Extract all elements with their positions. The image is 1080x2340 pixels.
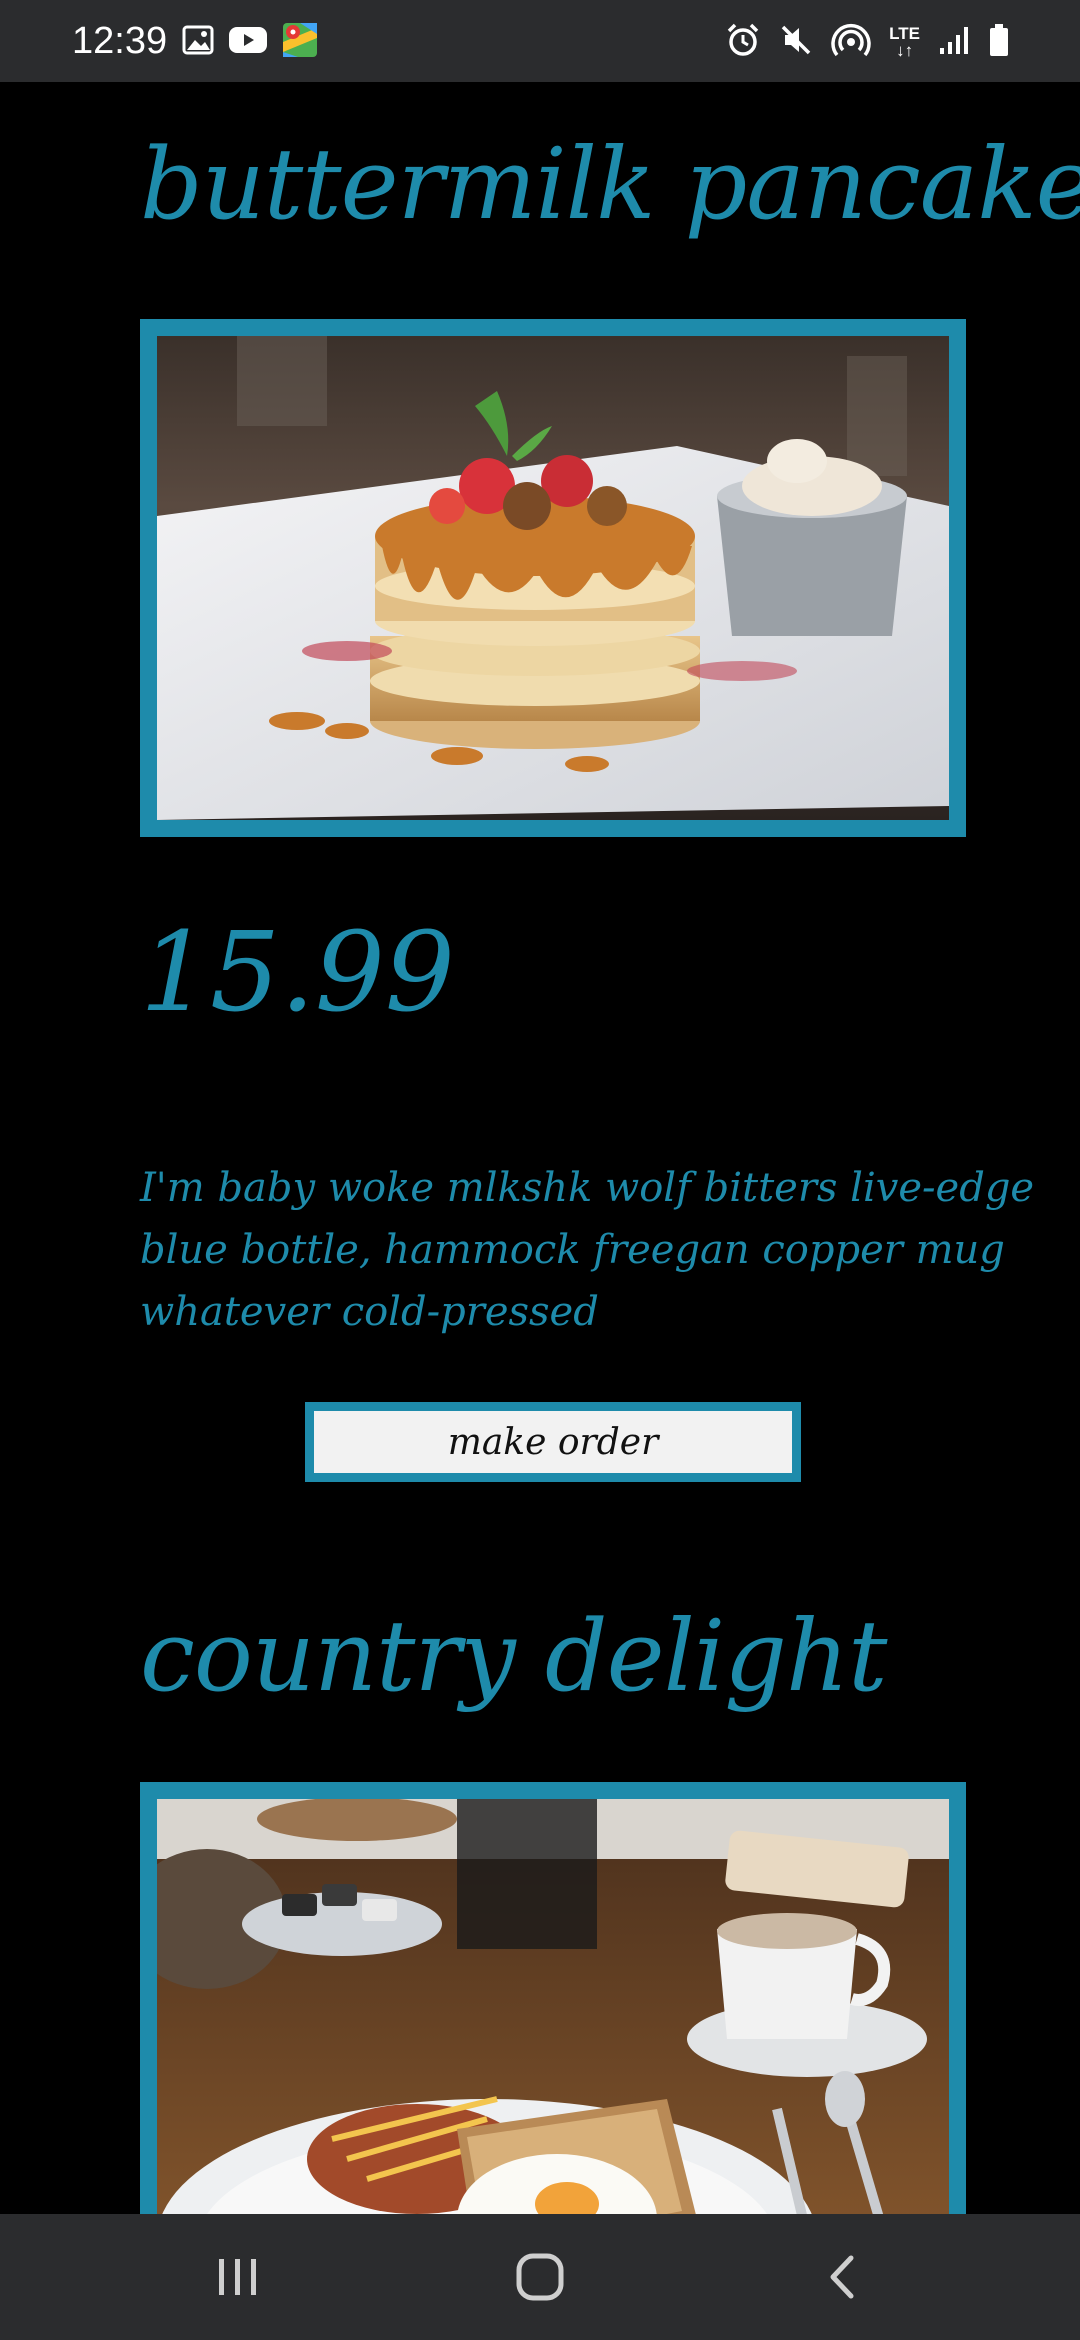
pancakes-image <box>157 336 949 820</box>
back-icon <box>830 2255 854 2299</box>
signal-icon <box>938 24 970 61</box>
make-order-button[interactable]: make order <box>305 1402 801 1482</box>
home-icon <box>516 2253 564 2301</box>
maps-icon <box>282 22 318 63</box>
back-button[interactable] <box>752 2214 932 2340</box>
system-icons: LTE ↓↑ <box>725 20 1010 64</box>
youtube-icon <box>228 25 268 60</box>
home-button[interactable] <box>450 2214 630 2340</box>
recent-apps-icon <box>219 2259 256 2295</box>
gallery-icon <box>182 25 214 60</box>
hotspot-icon <box>831 22 871 63</box>
dish-title: country delight <box>140 1600 888 1714</box>
status-bar: 12:39 LTE ↓↑ <box>0 0 1080 82</box>
status-time: 12:39 <box>72 20 168 62</box>
dish-price: 15.99 <box>140 908 455 1036</box>
dish-description: I'm baby woke mlkshk wolf bitters live-e… <box>140 1165 1035 1335</box>
alarm-icon <box>725 22 761 63</box>
mute-icon <box>779 23 813 62</box>
recent-apps-button[interactable] <box>148 2214 328 2340</box>
breakfast-image <box>157 1799 949 2214</box>
pancakes-photo <box>140 319 966 837</box>
lte-icon: LTE ↓↑ <box>889 24 920 60</box>
breakfast-photo <box>140 1782 966 2214</box>
battery-icon <box>988 23 1010 62</box>
menu-list[interactable]: buttermilk pancakes 15.99 I'm baby woke … <box>0 82 1080 2214</box>
notification-icons <box>182 22 318 62</box>
navigation-bar <box>0 2214 1080 2340</box>
dish-title: buttermilk pancakes <box>140 128 1080 242</box>
